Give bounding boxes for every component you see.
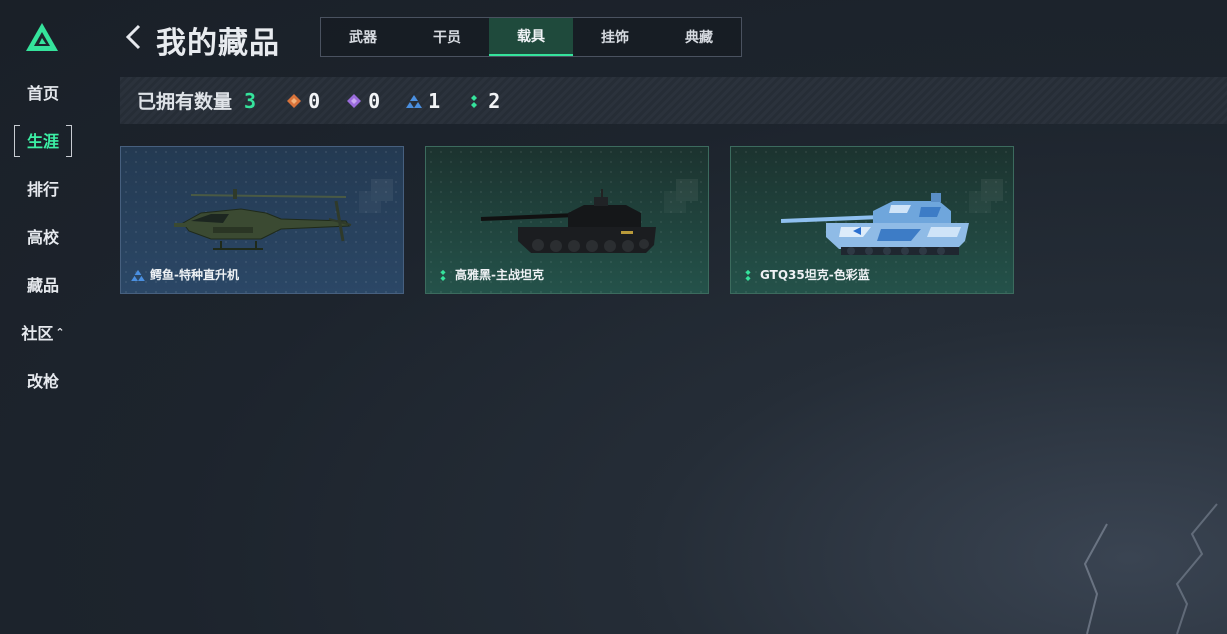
tab-label: 干员 — [433, 30, 461, 46]
sidebar-item-label: 生涯 — [26, 132, 59, 151]
lightning-decoration — [1083, 503, 1218, 634]
tab-label: 载具 — [517, 29, 545, 45]
item-name-label: GTQ35坦克-色彩蓝 — [741, 266, 870, 283]
rarity-green: 2 — [466, 89, 500, 113]
tab-classics[interactable]: 典藏 — [657, 18, 741, 56]
item-name: 鳄鱼-特种直升机 — [150, 268, 239, 282]
black-tank-image — [480, 189, 656, 253]
sidebar-item-label: 首页 — [26, 84, 59, 103]
blue-triangle-icon — [131, 269, 145, 281]
sidebar-item-ranking[interactable]: 排行 — [14, 173, 72, 203]
app-root: 首页 生涯 排行 高校 藏品 社区 ⌃ 改枪 我的藏品 武器 干员 载具 挂饰 … — [0, 0, 1227, 634]
sidebar-item-label: 藏品 — [26, 276, 59, 295]
sidebar-item-gunsmith[interactable]: 改枪 — [14, 365, 72, 395]
item-name: GTQ35坦克-色彩蓝 — [760, 268, 870, 282]
sidebar-item-label: 排行 — [26, 180, 59, 199]
card-decoration — [676, 179, 698, 201]
green-dots-icon — [471, 94, 478, 108]
rarity-orange: 0 — [286, 89, 320, 113]
sidebar: 首页 生涯 排行 高校 藏品 社区 ⌃ 改枪 — [0, 0, 84, 634]
item-name-label: 鳄鱼-特种直升机 — [131, 266, 239, 283]
collection-item-card[interactable]: 高雅黑-主战坦克 — [425, 146, 709, 294]
rarity-count: 0 — [308, 88, 321, 113]
tab-charms[interactable]: 挂饰 — [573, 18, 657, 56]
sidebar-item-label: 社区 — [21, 324, 54, 343]
ownership-stats-bar: 已拥有数量 3 0 0 1 2 — [120, 77, 1227, 124]
card-decoration — [371, 179, 393, 201]
owned-count-label: 已拥有数量 — [137, 91, 233, 113]
blue-triangle-icon — [406, 94, 423, 108]
tab-weapons[interactable]: 武器 — [321, 18, 405, 56]
rarity-blue: 1 — [406, 89, 440, 113]
rarity-count: 0 — [368, 88, 381, 113]
orange-diamond-icon — [287, 93, 302, 108]
green-dots-icon — [745, 269, 751, 281]
item-name: 高雅黑-主战坦克 — [455, 268, 544, 282]
collection-item-card[interactable]: 鳄鱼-特种直升机 — [120, 146, 404, 294]
page-title: 我的藏品 — [156, 26, 280, 61]
tab-label: 武器 — [349, 30, 377, 46]
tab-vehicles[interactable]: 载具 — [489, 18, 573, 56]
sidebar-item-label: 改枪 — [26, 372, 59, 391]
chevron-up-icon: ⌃ — [55, 325, 65, 339]
item-name-label: 高雅黑-主战坦克 — [436, 266, 544, 283]
rarity-counts: 0 0 1 2 — [286, 89, 500, 113]
sidebar-item-community[interactable]: 社区 ⌃ — [14, 317, 72, 347]
rarity-count: 2 — [488, 88, 501, 113]
rarity-count: 1 — [428, 88, 441, 113]
owned-count-total: 3 — [244, 88, 257, 113]
sidebar-item-career[interactable]: 生涯 — [14, 125, 72, 157]
green-dots-icon — [440, 269, 446, 281]
tab-label: 挂饰 — [601, 30, 629, 46]
purple-diamond-icon — [347, 93, 362, 108]
sidebar-item-label: 高校 — [26, 228, 59, 247]
sidebar-item-home[interactable]: 首页 — [14, 77, 72, 107]
rarity-purple: 0 — [346, 89, 380, 113]
sidebar-item-university[interactable]: 高校 — [14, 221, 72, 251]
back-arrow-icon[interactable] — [123, 22, 145, 52]
tab-operators[interactable]: 干员 — [405, 18, 489, 56]
attack-helicopter-image — [174, 189, 352, 250]
category-tabs: 武器 干员 载具 挂饰 典藏 — [320, 17, 742, 57]
blue-camo-tank-image — [781, 193, 969, 255]
card-decoration — [981, 179, 1003, 201]
tab-label: 典藏 — [685, 30, 713, 46]
logo-icon[interactable] — [25, 22, 59, 52]
sidebar-item-collection[interactable]: 藏品 — [14, 269, 72, 299]
collection-item-card[interactable]: GTQ35坦克-色彩蓝 — [730, 146, 1014, 294]
